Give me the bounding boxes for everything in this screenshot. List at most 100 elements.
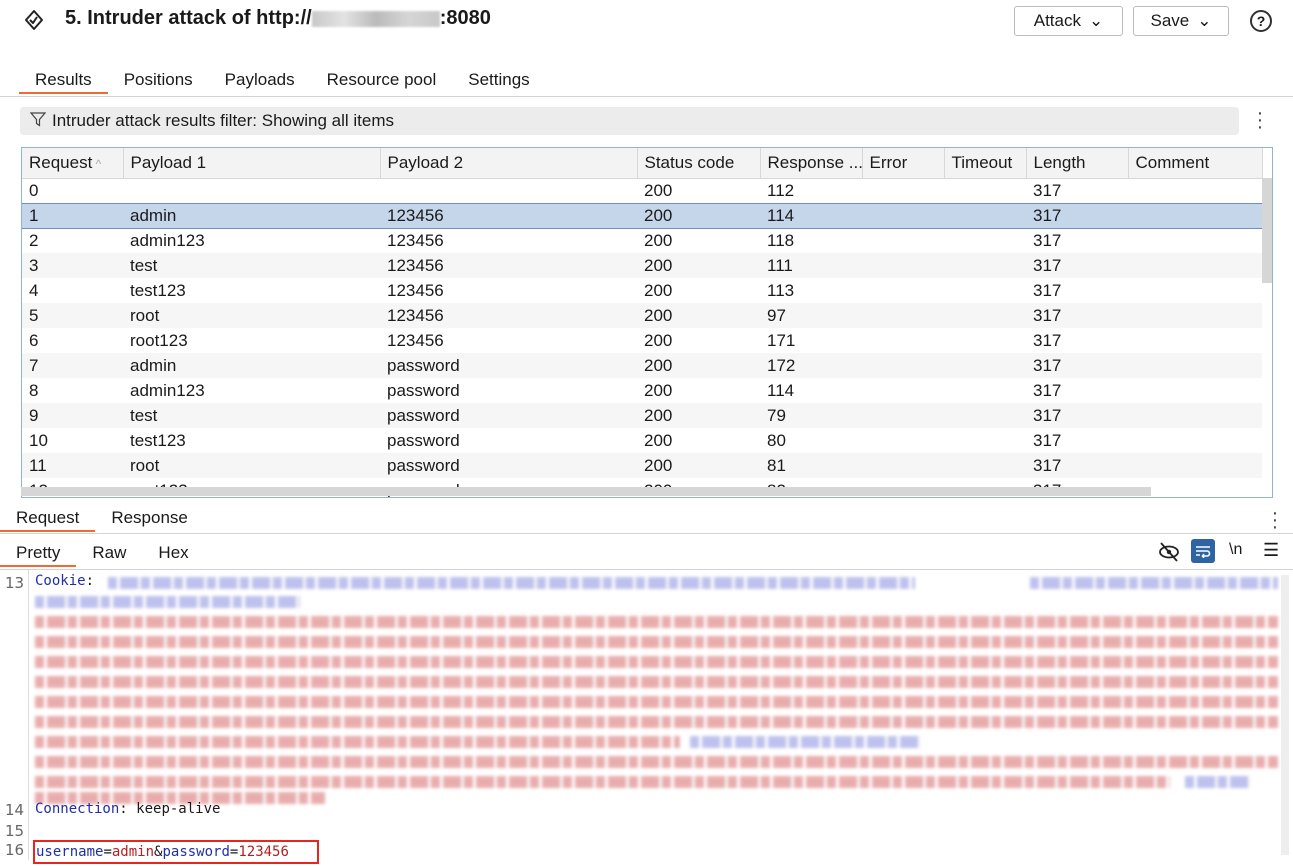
table-cell: password [387, 380, 460, 400]
line-number: 15 [5, 822, 25, 840]
vertical-scrollbar[interactable] [1262, 178, 1272, 283]
table-cell: root [123, 303, 380, 328]
table-row[interactable]: 5 root 123456 200 97 317 [22, 303, 1262, 328]
column-header-length[interactable]: Length [1026, 148, 1129, 179]
results-filter-bar[interactable]: Intruder attack results filter: Showing … [20, 107, 1239, 135]
table-cell: 6 [29, 330, 39, 350]
help-icon[interactable]: ? [1250, 10, 1272, 32]
table-cell: 200 [644, 180, 673, 200]
table-cell: 317 [1033, 180, 1062, 200]
table-row[interactable]: 9 test password 200 79 317 [22, 403, 1262, 428]
table-row[interactable]: 8 admin123 password 200 114 317 [22, 378, 1262, 403]
table-cell: 317 [1026, 202, 1128, 229]
table-cell [862, 328, 944, 353]
redacted-text [35, 696, 1278, 708]
table-cell: 5 [22, 303, 123, 328]
redacted-text [1030, 577, 1278, 589]
request-editor[interactable]: 13 14 15 16 Cookie: Connection: keep-ali… [0, 570, 1293, 864]
table-cell: 317 [1033, 280, 1062, 300]
table-cell [1128, 328, 1262, 353]
tab-resource-pool[interactable]: Resource pool [311, 68, 453, 94]
table-row[interactable]: 6 root123 123456 200 171 317 [22, 328, 1262, 353]
table-cell: admin123 [130, 380, 205, 400]
table-row[interactable]: 3 test 123456 200 111 317 [22, 253, 1262, 278]
table-cell: 200 [644, 380, 673, 400]
tab-settings[interactable]: Settings [452, 68, 545, 94]
table-cell [862, 453, 944, 478]
table-row[interactable]: 10 test123 password 200 80 317 [22, 428, 1262, 453]
column-header-status-code[interactable]: Status code [637, 148, 761, 179]
table-cell: 200 [637, 353, 760, 378]
word-wrap-icon[interactable] [1191, 539, 1215, 563]
table-cell: 200 [644, 230, 673, 250]
page-title: 5. Intruder attack of http://:8080 [65, 7, 491, 29]
burp-intruder-logo-icon [22, 8, 46, 32]
main-tabs: Results Positions Payloads Resource pool… [19, 68, 546, 94]
body-token: 123456 [238, 844, 289, 860]
more-options-icon[interactable]: · · · [1255, 103, 1265, 137]
table-cell: password [380, 353, 637, 378]
column-header-timeout[interactable]: Timeout [944, 148, 1027, 179]
table-cell: 123456 [380, 202, 637, 229]
menu-icon[interactable]: ☰ [1263, 540, 1279, 561]
redacted-text [35, 736, 680, 748]
body-token: = [103, 844, 112, 860]
filter-icon [29, 111, 47, 132]
table-cell: 123456 [387, 230, 444, 250]
tab-hex[interactable]: Hex [142, 541, 204, 567]
table-cell: 10 [29, 430, 48, 450]
body-token: username [36, 844, 104, 860]
body-token: password [162, 844, 230, 860]
table-row[interactable]: 1 admin 123456 200 114 317 [22, 202, 1262, 229]
table-cell: password [380, 403, 637, 428]
table-row[interactable]: 2 admin123 123456 200 118 317 [22, 228, 1262, 253]
table-cell: 118 [767, 230, 795, 250]
tab-results[interactable]: Results [19, 68, 108, 94]
table-row[interactable]: 11 root password 200 81 317 [22, 453, 1262, 478]
table-cell [1128, 228, 1262, 253]
save-button[interactable]: Save ⌄ [1133, 6, 1229, 36]
tab-raw[interactable]: Raw [76, 541, 142, 567]
column-header-request[interactable]: Request ^ [22, 148, 124, 179]
column-header-error[interactable]: Error [862, 148, 945, 179]
tab-pretty[interactable]: Pretty [0, 541, 77, 567]
redacted-text [35, 756, 1278, 768]
divider [0, 533, 1293, 534]
table-cell [862, 303, 944, 328]
table-cell: 172 [760, 353, 862, 378]
table-cell: test123 [130, 430, 186, 450]
column-header-payload-2[interactable]: Payload 2 [380, 148, 638, 179]
table-cell: 200 [637, 303, 760, 328]
newline-toggle-icon[interactable]: \n [1229, 541, 1242, 559]
table-cell: 317 [1033, 380, 1062, 400]
tab-payloads[interactable]: Payloads [209, 68, 311, 94]
table-cell: 200 [637, 202, 760, 229]
hide-eye-icon[interactable] [1158, 541, 1180, 563]
redacted-text [35, 776, 1170, 788]
table-row[interactable]: 4 test123 123456 200 113 317 [22, 278, 1262, 303]
table-cell [944, 178, 1026, 203]
column-header-payload-1[interactable]: Payload 1 [123, 148, 381, 179]
attack-button[interactable]: Attack ⌄ [1014, 6, 1123, 36]
more-options-icon[interactable]: · · · [1270, 503, 1280, 537]
redacted-text [690, 736, 920, 748]
table-cell: 200 [637, 403, 760, 428]
table-row[interactable]: 7 admin password 200 172 317 [22, 353, 1262, 378]
editor-scrollbar[interactable] [1281, 575, 1289, 855]
view-tabs: Pretty Raw Hex [0, 541, 205, 567]
tab-positions[interactable]: Positions [108, 68, 209, 94]
table-cell [944, 403, 1026, 428]
redacted-text [35, 616, 1278, 628]
column-header-comment[interactable]: Comment [1128, 148, 1263, 179]
tab-request[interactable]: Request [0, 506, 96, 532]
horizontal-scrollbar[interactable] [21, 487, 1151, 496]
divider [0, 96, 1293, 97]
table-cell [944, 353, 1026, 378]
table-row[interactable]: 0 200 112 317 [22, 178, 1262, 203]
column-header-response[interactable]: Response ... [760, 148, 863, 179]
table-cell: admin [123, 202, 380, 229]
table-cell: 200 [637, 253, 760, 278]
table-cell: 123456 [380, 253, 637, 278]
tab-response[interactable]: Response [95, 506, 204, 532]
table-cell: 317 [1033, 430, 1062, 450]
